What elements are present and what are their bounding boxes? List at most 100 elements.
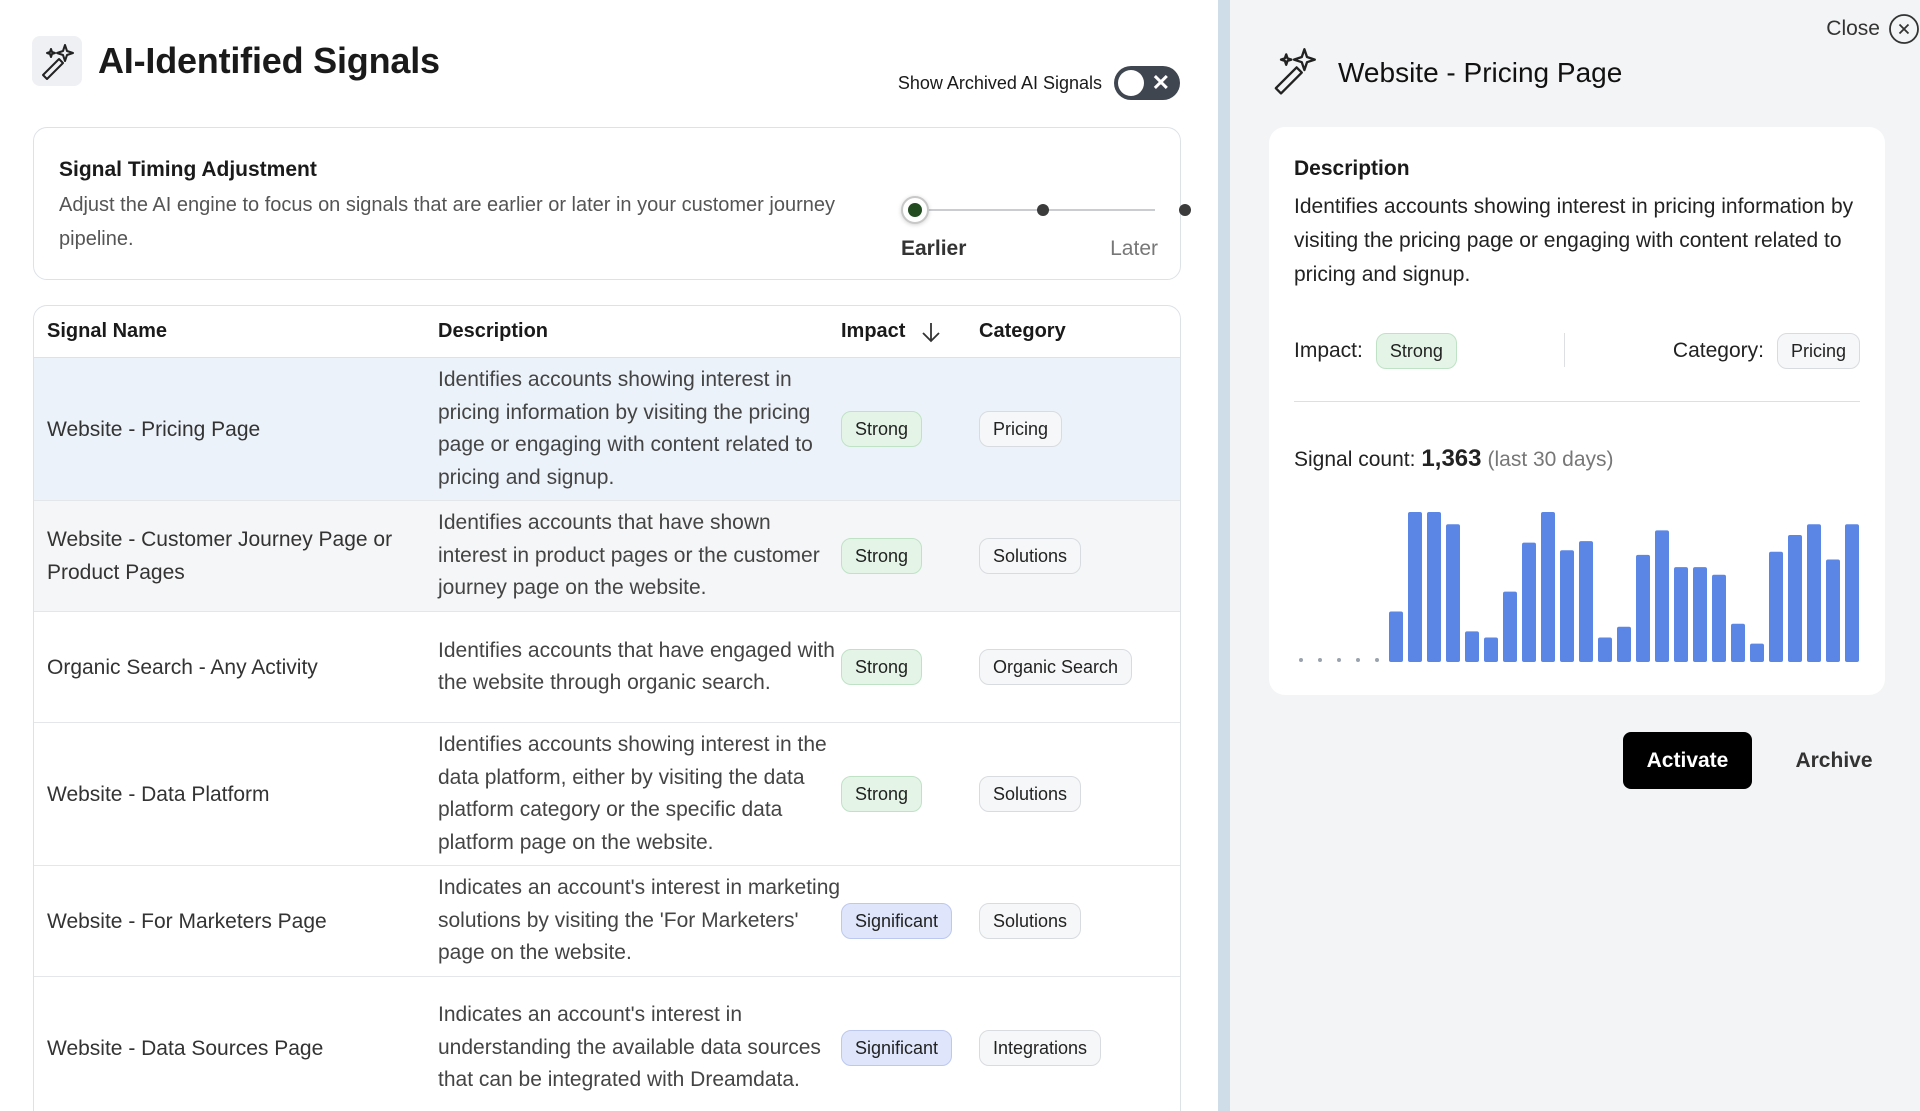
activate-button[interactable]: Activate [1623,732,1752,789]
header-description: Description [438,320,549,342]
table-row[interactable]: Website - Customer Journey Page or Produ… [34,501,1180,612]
table-row[interactable]: Website - Pricing Page Identifies accoun… [34,358,1180,501]
table-row[interactable]: Website - Data Platform Identifies accou… [34,723,1180,866]
sparkle-wand-icon [1268,44,1320,101]
chart-bar [1636,554,1650,662]
impact-badge: Significant [841,1030,953,1066]
table-row[interactable]: Website - For Marketers Page Indicates a… [34,866,1180,977]
category-group: Category: Pricing [1673,333,1860,369]
archive-button[interactable]: Archive [1774,732,1894,789]
separator [1564,333,1565,367]
chart-bar [1750,643,1764,662]
slider-later-label: Later [1110,237,1158,260]
impact-category-row: Impact: Strong Category: Pricing [1294,331,1860,371]
signal-name: Website - Data Sources Page [47,1036,324,1060]
chart-bar [1788,534,1802,662]
signal-timing-card: Signal Timing Adjustment Adjust the AI e… [33,127,1191,280]
impact-label: Impact: [1294,339,1363,362]
category-badge: Solutions [979,538,1082,574]
chart-bar [1826,559,1840,662]
chart-bar [1655,530,1669,662]
signal-count-period: (last 30 days) [1487,448,1614,471]
category-badge: Pricing [979,411,1063,447]
chart-bar [1598,637,1612,662]
chart-bar [1674,567,1688,662]
impact-badge: Strong [841,649,923,685]
header-impact-label: Impact [841,320,906,342]
chart-bar [1617,626,1631,662]
toggle-knob [1118,70,1144,96]
impact-badge: Strong [1375,333,1457,369]
signal-count-chart [1299,512,1859,662]
category-badge: Pricing [1776,333,1860,369]
chart-bar [1579,541,1593,662]
detail-description: Identifies accounts showing interest in … [1294,195,1854,286]
table-row[interactable]: Website - Data Sources Page Indicates an… [34,977,1180,1111]
chart-bar [1845,524,1859,662]
close-button[interactable]: Close [1826,13,1920,45]
close-circle-icon [1889,14,1919,44]
timing-description: Adjust the AI engine to focus on signals… [59,194,835,250]
chart-bar-empty [1318,658,1322,662]
description-title: Description [1294,157,1410,180]
chart-bar-empty [1299,658,1303,662]
signal-count: Signal count: 1,363 (last 30 days) [1294,445,1614,473]
chart-bar [1541,512,1555,662]
signal-description: Identifies accounts that have shown inte… [438,511,820,600]
signal-name: Organic Search - Any Activity [47,655,318,679]
chart-bar [1503,591,1517,662]
table-header: Signal Name Description Impact Category [34,306,1180,358]
chart-bar [1446,524,1460,662]
page-title: AI-Identified Signals [98,40,440,81]
signal-description: Identifies accounts that have engaged wi… [438,638,835,695]
chart-bar [1560,550,1574,662]
detail-card: Description Identifies accounts showing … [1269,127,1885,695]
category-badge: Integrations [979,1030,1102,1066]
category-badge: Solutions [979,903,1082,939]
timing-title: Signal Timing Adjustment [59,158,317,181]
show-archived-toggle-group: Show Archived AI Signals ✕ [898,66,1180,100]
chart-bar [1769,551,1783,662]
slider-stop-middle[interactable] [1037,204,1049,216]
signal-name: Website - Data Platform [47,782,270,806]
panel-divider [1218,0,1230,1111]
impact-badge: Strong [841,538,923,574]
divider [1294,401,1860,402]
detail-title: Website - Pricing Page [1338,56,1623,88]
signal-description: Indicates an account's interest in marke… [438,876,841,965]
header-impact[interactable]: Impact [841,320,979,344]
signal-name: Website - Pricing Page [47,417,261,441]
impact-badge: Strong [841,411,923,447]
page-header: AI-Identified Signals [32,36,440,86]
close-icon: ✕ [1151,70,1170,95]
chart-bar [1731,623,1745,662]
signal-description: Indicates an account's interest in under… [438,1003,821,1092]
table-row[interactable]: Organic Search - Any Activity Identifies… [34,612,1180,723]
signals-table: Signal Name Description Impact Category … [33,305,1181,1111]
timing-slider[interactable]: Earlier Later [879,192,1191,272]
category-label: Category: [1672,339,1764,362]
slider-handle[interactable] [901,196,929,224]
chart-bar [1693,567,1707,662]
chart-bar [1427,512,1441,662]
impact-badge: Strong [841,776,923,812]
signal-count-label: Signal count: [1294,448,1416,471]
chart-bar [1522,542,1536,662]
signal-description: Identifies accounts showing interest in … [438,733,827,854]
signal-count-value: 1,363 [1421,445,1482,472]
chart-bar [1389,611,1403,662]
show-archived-label: Show Archived AI Signals [897,72,1102,93]
chart-bar-empty [1337,658,1341,662]
slider-earlier-label: Earlier [901,237,967,260]
sort-down-arrow-icon[interactable] [919,320,943,344]
signal-description: Identifies accounts showing interest in … [438,368,813,489]
header-category: Category [979,320,1066,342]
show-archived-toggle[interactable]: ✕ [1114,66,1180,100]
chart-bar [1712,574,1726,662]
sparkle-wand-icon [32,36,82,86]
category-badge: Solutions [979,776,1082,812]
header-signal-name[interactable]: Signal Name [34,320,437,343]
signal-name: Website - Customer Journey Page or Produ… [47,528,393,584]
slider-stop-later[interactable] [1179,204,1191,216]
signal-name: Website - For Marketers Page [47,909,327,933]
